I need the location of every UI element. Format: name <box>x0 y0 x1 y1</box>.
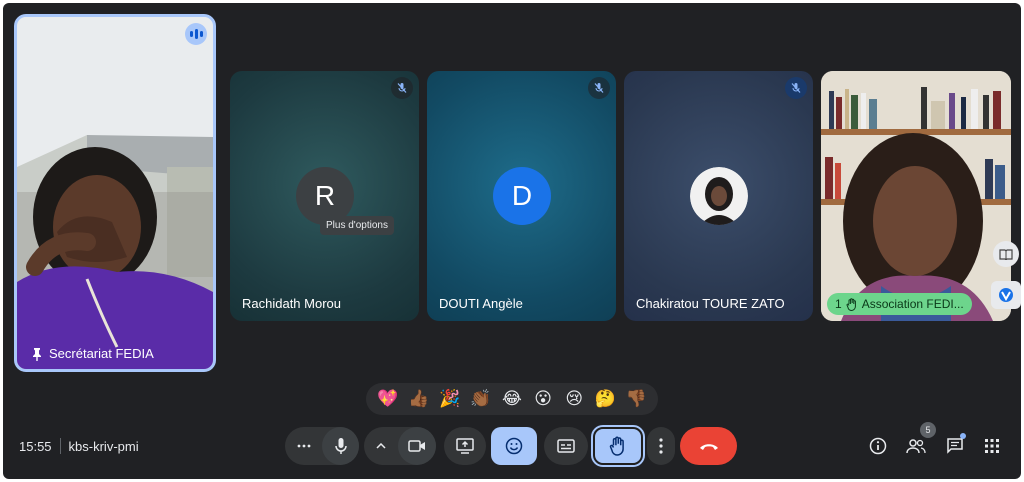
present-screen-icon <box>456 438 474 454</box>
raise-hand-button[interactable] <box>591 425 645 467</box>
meet-window: Secrétariat FEDIA R Rachidath Morou Plus… <box>3 3 1021 479</box>
avatar <box>690 167 748 225</box>
end-call-button[interactable] <box>680 427 737 465</box>
captions-button[interactable] <box>544 427 588 465</box>
reactions-bar: 💖 👍🏾 🎉 👏🏾 😂 😮 😢 🤔 👎🏾 <box>366 383 658 415</box>
avatar: D <box>493 167 551 225</box>
participant-video <box>821 71 1011 321</box>
book-icon[interactable] <box>993 241 1019 267</box>
participant-name: Chakiratou TOURE ZATO <box>636 296 785 311</box>
call-end-icon <box>699 444 718 450</box>
meeting-time: 15:55 <box>19 438 52 454</box>
mic-off-icon <box>391 77 413 99</box>
participant-video <box>17 17 213 369</box>
mic-control-group <box>285 427 359 465</box>
more-options-button[interactable] <box>647 427 675 465</box>
participant-tile-association[interactable]: 1 Association FEDI... <box>821 71 1011 321</box>
chat-notification-dot <box>960 433 966 439</box>
reaction-clapping[interactable]: 👏🏾 <box>468 386 494 412</box>
meeting-code: kbs-kriv-pmi <box>68 438 139 454</box>
mic-off-icon <box>785 77 807 99</box>
camera-control-group <box>364 427 436 465</box>
meeting-info: 15:55 kbs-kriv-pmi <box>19 438 139 454</box>
divider <box>59 438 61 454</box>
participant-name: DOUTI Angèle <box>439 296 523 311</box>
people-icon[interactable] <box>904 434 928 458</box>
emoji-icon <box>505 437 523 455</box>
reaction-thumbs-down[interactable]: 👎🏾 <box>623 386 649 412</box>
participant-name: Secrétariat FEDIA <box>49 346 154 361</box>
raised-hand-icon <box>609 436 624 456</box>
camera-button[interactable] <box>398 427 436 465</box>
captions-icon <box>557 439 575 453</box>
reaction-crying[interactable]: 😢 <box>561 386 587 412</box>
mic-icon <box>334 438 347 454</box>
apps-icon[interactable] <box>980 434 1004 458</box>
present-button[interactable] <box>444 427 486 465</box>
chevron-up-icon[interactable] <box>364 427 398 465</box>
extension-icon[interactable] <box>991 281 1021 309</box>
raised-hand-icon <box>846 297 856 311</box>
more-options-tooltip: Plus d'options <box>320 216 394 235</box>
more-horiz-icon[interactable] <box>285 427 322 465</box>
audio-level-icon <box>185 23 207 45</box>
mic-button[interactable] <box>322 427 359 465</box>
info-icon[interactable] <box>866 434 890 458</box>
raised-hand-chip: 1 Association FEDI... <box>827 293 972 315</box>
reaction-laughing[interactable]: 😂 <box>499 386 525 412</box>
videocam-icon <box>408 440 425 452</box>
participant-tile-chakiratou[interactable]: Chakiratou TOURE ZATO <box>624 71 813 321</box>
participant-tile-rachidath[interactable]: R Rachidath Morou <box>230 71 419 321</box>
pinned-participant-tile[interactable]: Secrétariat FEDIA <box>14 14 216 372</box>
more-vert-icon <box>659 438 663 454</box>
participant-name: Rachidath Morou <box>242 296 341 311</box>
reaction-thumbs-up[interactable]: 👍🏾 <box>406 386 432 412</box>
reaction-sparkling-heart[interactable]: 💖 <box>375 386 401 412</box>
reaction-party-popper[interactable]: 🎉 <box>437 386 463 412</box>
emoji-button[interactable] <box>491 427 537 465</box>
reaction-thinking[interactable]: 🤔 <box>592 386 618 412</box>
mic-off-icon <box>588 77 610 99</box>
people-count-badge: 5 <box>920 422 936 438</box>
reaction-surprised[interactable]: 😮 <box>530 386 556 412</box>
pin-icon <box>33 347 41 361</box>
participant-name: Association FEDI... <box>861 297 964 311</box>
participant-tile-douti[interactable]: D DOUTI Angèle <box>427 71 616 321</box>
